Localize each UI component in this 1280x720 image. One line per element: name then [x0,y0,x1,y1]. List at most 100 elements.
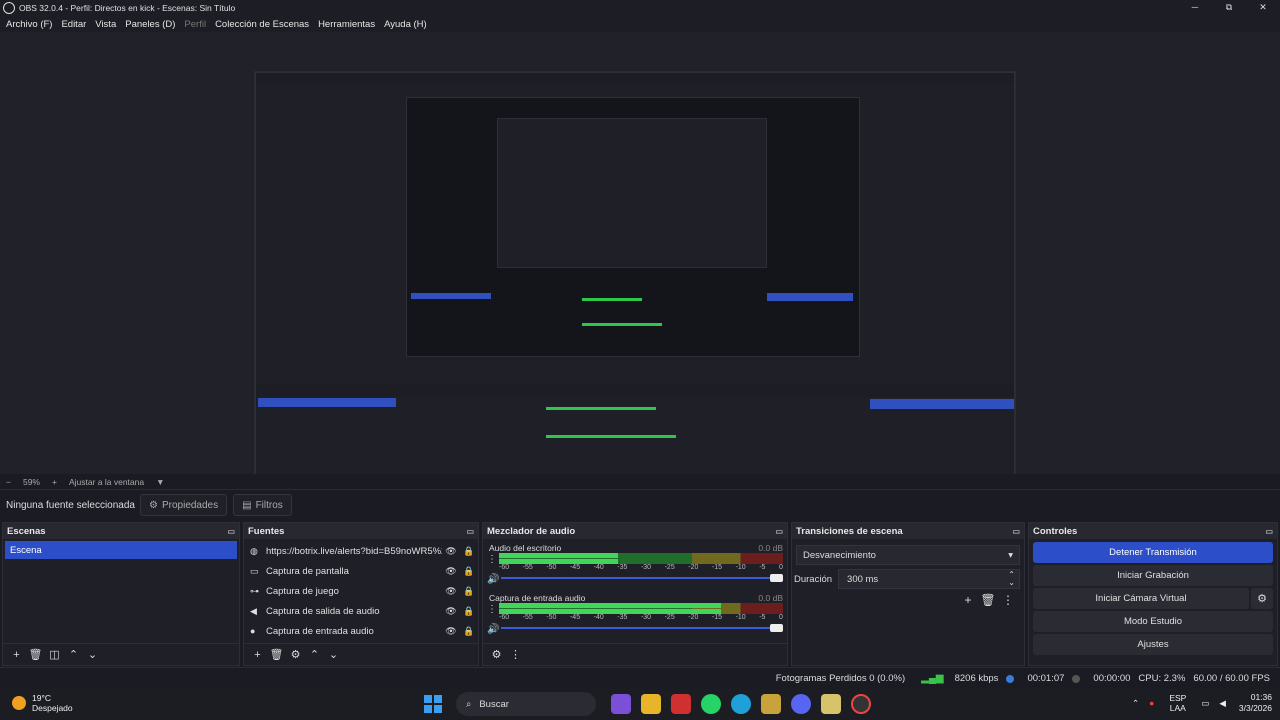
zoom-value: 59% [22,476,40,487]
zoom-in-button[interactable]: + [52,477,57,487]
source-item[interactable]: ● Captura de entrada audio 👁 🔒 [244,621,478,641]
eye-icon[interactable]: 👁 [442,566,460,577]
spinner-icon[interactable]: ⌃ ⌄ [1008,571,1015,587]
lock-icon[interactable]: 🔒 [460,626,478,637]
source-item[interactable]: ◀ Captura de salida de audio 👁 🔒 [244,601,478,621]
volume-icon[interactable]: ◀ [1219,698,1226,709]
undock-icon[interactable]: ▭ [775,527,783,536]
maximize-button[interactable]: ⧉ [1212,0,1246,16]
discord-icon[interactable] [791,694,811,714]
chevron-up-icon[interactable]: ⌃ [305,648,324,661]
lock-icon[interactable]: 🔒 [460,546,478,557]
fit-window-button[interactable]: Ajustar a la ventana [69,477,144,487]
more-icon[interactable]: ⋮ [998,593,1018,607]
menu-edit[interactable]: Editar [61,19,86,30]
more-icon[interactable]: ⋮ [487,604,497,615]
app-icon[interactable] [821,694,841,714]
filters-button[interactable]: ▤ Filtros [233,494,292,516]
copilot-icon[interactable] [611,694,631,714]
clock[interactable]: 01:36 3/3/2026 [1239,692,1272,714]
gears-icon[interactable]: ⚙ [487,648,506,661]
more-icon[interactable]: ⋮ [506,648,525,661]
meter-ticks: -60 -55 -50 -45 -40 -35 -30 -25 -20 -15 -10 -5 0 [499,564,783,573]
tick-label: -55 [522,614,533,621]
chevron-up-icon[interactable]: ⌃ [1132,698,1139,709]
undock-icon[interactable]: ▭ [466,527,474,536]
app-icon[interactable] [671,694,691,714]
more-icon[interactable]: ⋮ [487,554,497,565]
trash-icon[interactable]: 🗑 [978,593,998,607]
lock-icon[interactable]: 🔒 [460,566,478,577]
preview-canvas[interactable] [254,71,1016,501]
trash-icon[interactable]: 🗑 [26,648,45,661]
tick-label: -10 [735,564,746,571]
volume-slider[interactable] [501,623,783,633]
start-recording-button[interactable]: Iniciar Grabación [1033,565,1273,586]
eye-icon[interactable]: 👁 [442,546,460,557]
lock-icon[interactable]: 🔒 [460,586,478,597]
menu-scene-collection[interactable]: Colección de Escenas [215,19,309,30]
zoom-dropdown-icon[interactable]: ▼ [156,477,164,487]
speaker-icon[interactable]: 🔊 [487,574,499,585]
minimize-button[interactable]: ─ [1178,0,1212,16]
filter-icon[interactable]: ◫ [45,648,64,661]
obs-icon[interactable] [851,694,871,714]
speaker-icon[interactable]: 🔊 [487,624,499,635]
menu-help[interactable]: Ayuda (H) [384,19,427,30]
studio-mode-button[interactable]: Modo Estudio [1033,611,1273,632]
record-time-value: 00:00:00 [1093,673,1131,684]
menu-docks[interactable]: Paneles (D) [125,19,175,30]
add-icon[interactable]: + [7,649,26,661]
zoom-out-button[interactable]: − [6,477,11,487]
windows-start-icon[interactable] [424,695,442,713]
menu-profile[interactable]: Perfil [184,19,206,30]
network-icon[interactable]: ▭ [1201,698,1209,709]
mic-icon[interactable]: ● [1149,698,1154,708]
taskbar-search[interactable]: ⌕ Buscar [456,692,596,716]
source-item[interactable]: ▭ Captura de pantalla 👁 🔒 [244,561,478,581]
eye-icon[interactable]: 👁 [442,586,460,597]
window-title: OBS 32.0.4 - Perfil: Directos en kick - … [19,3,236,13]
app-icon[interactable] [761,694,781,714]
menu-file[interactable]: Archivo (F) [6,19,52,30]
undock-icon[interactable]: ▭ [227,527,235,536]
source-item[interactable]: ◍ https://botrix.live/alerts?bid=B59noWR5… [244,541,478,561]
menu-view[interactable]: Vista [95,19,116,30]
duration-input[interactable]: 300 ms ⌃ ⌄ [838,569,1020,589]
scenes-title: Escenas [7,525,46,537]
gear-icon[interactable]: ⚙ [286,648,305,661]
settings-button[interactable]: Ajustes [1033,634,1273,655]
add-icon[interactable]: + [958,593,978,607]
preview-area[interactable] [0,32,1280,501]
stop-stream-button[interactable]: Detener Transmisión [1033,542,1273,563]
menu-tools[interactable]: Herramientas [318,19,375,30]
undock-icon[interactable]: ▭ [1265,527,1273,536]
properties-label: Propiedades [161,499,219,511]
title-bar: OBS 32.0.4 - Perfil: Directos en kick - … [0,0,1280,16]
chevron-down-icon[interactable]: ⌄ [83,648,102,661]
gear-icon[interactable]: ⚙ [1251,588,1273,609]
chevron-up-icon[interactable]: ⌃ [64,648,83,661]
undock-icon[interactable]: ▭ [1012,527,1020,536]
clock-time: 01:36 [1250,692,1272,702]
language-indicator[interactable]: ESP LAA [1169,693,1186,713]
lock-icon[interactable]: 🔒 [460,606,478,617]
close-button[interactable]: ✕ [1246,0,1280,16]
trash-icon[interactable]: 🗑 [267,648,286,661]
properties-button[interactable]: ⚙ Propiedades [140,494,228,516]
eye-icon[interactable]: 👁 [442,626,460,637]
weather-widget[interactable]: 19°C Despejado [12,693,73,713]
add-icon[interactable]: + [248,649,267,661]
audio-mixer-dock: Mezclador de audio ▭ Audio del escritorio… [482,522,788,666]
folder-icon[interactable] [641,694,661,714]
chevron-down-icon[interactable]: ⌄ [324,648,343,661]
whatsapp-icon[interactable] [701,694,721,714]
lang-secondary: LAA [1169,703,1186,713]
scene-item[interactable]: Escena [5,541,237,559]
edge-icon[interactable] [731,694,751,714]
eye-icon[interactable]: 👁 [442,606,460,617]
virtual-camera-button[interactable]: Iniciar Cámara Virtual [1033,588,1249,609]
source-item[interactable]: ⊶ Captura de juego 👁 🔒 [244,581,478,601]
volume-slider[interactable] [501,573,783,583]
transition-select[interactable]: Desvanecimiento ▾ [796,545,1020,565]
